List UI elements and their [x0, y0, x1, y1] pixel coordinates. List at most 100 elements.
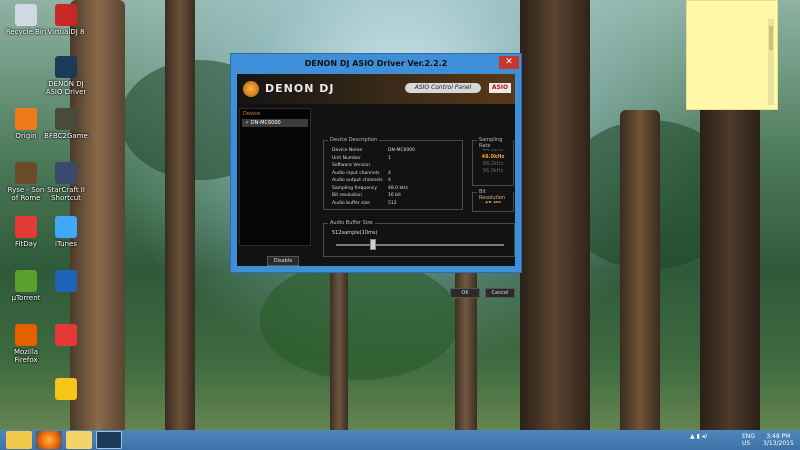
audio-buffer-title: Audio Buffer Size: [328, 220, 375, 226]
description-row: Device Name DN-MC6000: [332, 148, 462, 154]
app-icon: [55, 4, 77, 26]
description-row: Audio input channels 4: [332, 171, 462, 177]
disable-button[interactable]: Disable: [267, 256, 299, 266]
sampling-rate-panel: Sampling Rate 44.1kHz 48.0kHz 88.2kHz 96.0k…: [472, 137, 514, 186]
app-icon: [55, 270, 77, 292]
tray-icons[interactable]: ▲ ▮ ◂): [690, 433, 707, 440]
description-key: Audio input channels: [332, 170, 380, 176]
bit-resolution-title: Bit Resolution: [477, 189, 513, 201]
app-icon: [55, 378, 77, 400]
description-value: 1: [388, 155, 391, 161]
sticky-note[interactable]: [686, 0, 778, 110]
clock-date: 3/13/2015: [763, 440, 794, 447]
brand-banner: DENON DJ ASIO Control Panel ASIO: [237, 74, 515, 104]
settings-area: Device ✓ DN-MC6000 Disable Device Descri…: [237, 104, 515, 298]
app-icon: [15, 324, 37, 346]
app-icon: [15, 270, 37, 292]
device-description-title: Device Description: [328, 137, 380, 143]
desktop-icon[interactable]: [44, 270, 88, 294]
desktop-icon-label: StarCraft II Shortcut: [47, 186, 85, 202]
ok-button[interactable]: OK: [450, 288, 480, 298]
audio-buffer-value: 512sample(10ms): [332, 230, 378, 236]
desktop-icon[interactable]: StarCraft II Shortcut: [44, 162, 88, 202]
description-value: 48.0 kHz: [388, 185, 408, 191]
firefox-icon[interactable]: [36, 431, 62, 449]
desktop-icon-label: iTunes: [55, 240, 77, 248]
app-icon: [55, 162, 77, 184]
folder-icon[interactable]: [66, 431, 92, 449]
file-explorer-icon[interactable]: [6, 431, 32, 449]
description-key: Audio buffer size: [332, 200, 370, 206]
desktop-icon-label: Recycle Bin: [5, 28, 47, 36]
description-value: 16 bit: [388, 193, 402, 198]
desktop-icon[interactable]: [44, 378, 88, 402]
desktop-icon[interactable]: BFBC2Game: [44, 108, 88, 140]
language-indicator[interactable]: ENG US: [742, 433, 755, 447]
sampling-rate-option[interactable]: 96.0kHz: [473, 168, 513, 175]
app-icon: [15, 216, 37, 238]
desktop-icon-label: Mozilla Firefox: [13, 348, 39, 364]
desktop-icon-label: DENON DJ ASIO Driver: [45, 80, 87, 96]
desktop-icon[interactable]: iTunes: [44, 216, 88, 248]
desktop-icon[interactable]: µTorrent: [4, 270, 48, 302]
desktop-icon[interactable]: Ryse - Son of Rome: [4, 162, 48, 202]
sticky-scroll-thumb[interactable]: [769, 26, 773, 50]
device-description-panel: Device Description Device Name DN-MC6000 U…: [323, 137, 463, 210]
tree-trunk: [620, 110, 660, 430]
cancel-button[interactable]: Cancel: [485, 288, 515, 298]
desktop-icon-label: BFBC2Game: [44, 132, 88, 140]
tree-trunk: [520, 0, 590, 430]
desktop-icon[interactable]: [44, 324, 88, 348]
description-key: Bit resolution: [332, 193, 362, 198]
description-row: Bit resolution 16 bit: [332, 193, 462, 199]
app-icon: [55, 216, 77, 238]
desktop-icon[interactable]: FitDay: [4, 216, 48, 248]
brand-name: DENON DJ: [265, 82, 335, 95]
desktop-icon-label: Ryse - Son of Rome: [7, 186, 45, 202]
app-icon: [55, 56, 77, 78]
description-key: Software Version: [332, 163, 370, 168]
description-row: Audio output channels 4: [332, 178, 462, 184]
sampling-rate-title: Sampling Rate: [477, 137, 513, 149]
description-key: Sampling frequency: [332, 185, 378, 191]
buffer-slider-track[interactable]: [336, 244, 504, 246]
desktop-icon[interactable]: Mozilla Firefox: [4, 324, 48, 364]
window-client: DENON DJ ASIO Control Panel ASIO Device …: [237, 74, 515, 298]
device-item[interactable]: ✓ DN-MC6000: [242, 119, 308, 127]
description-key: Unit Number: [332, 155, 361, 161]
app-icon: [55, 108, 77, 130]
window-title: DENON DJ ASIO Driver Ver.2.2.2: [304, 59, 448, 68]
desktop-icon[interactable]: Recycle Bin: [4, 4, 48, 36]
desktop-icon-label: FitDay: [14, 240, 38, 248]
clock[interactable]: 3:48 PM 3/13/2015: [763, 433, 794, 447]
description-value: 512: [388, 200, 397, 206]
audio-buffer-panel: Audio Buffer Size 512sample(10ms): [323, 220, 515, 257]
app-icon: [15, 162, 37, 184]
denon-logo-icon: [243, 81, 259, 97]
bit-resolution-panel: Bit Resolution 16 bit: [472, 189, 514, 212]
description-row: Software Version: [332, 163, 462, 169]
clock-time: 3:48 PM: [766, 433, 791, 440]
sampling-rate-option[interactable]: 48.0kHz: [473, 154, 513, 161]
asio-badge: ASIO: [489, 83, 511, 93]
desktop-icon[interactable]: DENON DJ ASIO Driver: [44, 56, 88, 96]
control-panel-label: ASIO Control Panel: [405, 83, 481, 93]
denon-asio-taskbar-icon[interactable]: [96, 431, 122, 449]
language-code: ENG: [742, 433, 755, 440]
description-row: Sampling frequency 48.0 kHz: [332, 186, 462, 192]
description-key: Device Name: [332, 148, 363, 153]
description-value: 4: [388, 170, 391, 176]
close-button[interactable]: ✕: [499, 56, 519, 69]
sampling-rate-option[interactable]: 88.2kHz: [473, 161, 513, 168]
description-row: Audio buffer size 512: [332, 201, 462, 207]
asio-driver-window: DENON DJ ASIO Driver Ver.2.2.2 ✕ DENON D…: [230, 53, 522, 298]
buffer-slider-thumb[interactable]: [370, 239, 376, 250]
desktop-icon[interactable]: Origin: [4, 108, 48, 140]
taskbar: ▲ ▮ ◂) ENG US 3:48 PM 3/13/2015: [0, 430, 800, 450]
desktop-icon-label: µTorrent: [11, 294, 41, 302]
app-icon: [15, 4, 37, 26]
desktop-icon[interactable]: VirtualDJ 8: [44, 4, 88, 36]
device-list[interactable]: Device ✓ DN-MC6000: [239, 108, 311, 246]
description-row: Unit Number 1: [332, 156, 462, 162]
description-value: DN-MC6000: [388, 148, 415, 153]
